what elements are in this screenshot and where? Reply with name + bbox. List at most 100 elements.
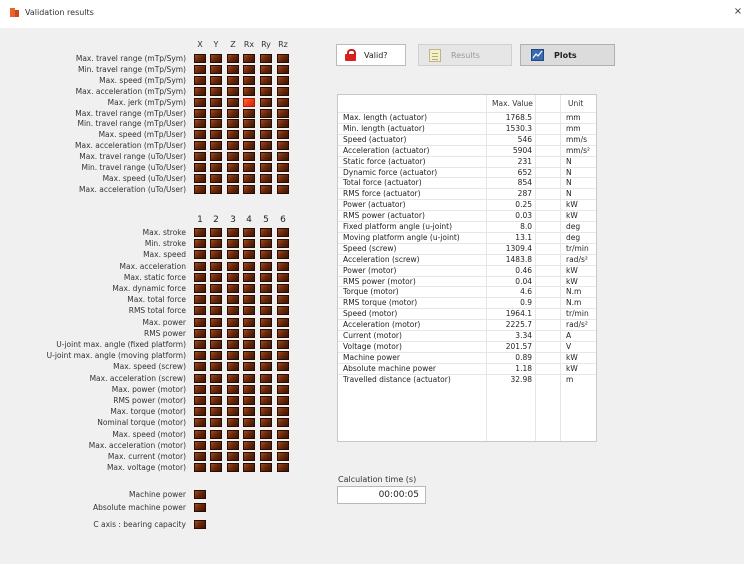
- status-cell: [194, 396, 206, 405]
- table-cell-value: 4.6: [520, 287, 532, 297]
- status-cell: [243, 141, 255, 151]
- status-cell: [260, 440, 272, 450]
- table-cell-name: RMS torque (motor): [343, 298, 418, 308]
- grid-row-label: RMS power (motor): [113, 396, 186, 405]
- table-cell-value: 0.25: [515, 200, 532, 210]
- grid-row-label: U-joint max. angle (moving platform): [46, 351, 186, 361]
- status-cell: [277, 250, 289, 260]
- status-cell: [260, 130, 272, 140]
- status-cell: [260, 75, 272, 85]
- status-cell: [227, 108, 239, 118]
- table-row: Machine power 0.89 kW: [338, 351, 596, 363]
- status-cell: [210, 75, 222, 85]
- axis-header-y: Y: [213, 40, 219, 49]
- table-row: Max. length (actuator) 1768.5 mm: [338, 112, 596, 123]
- grid-row-label: Max. acceleration (uTo/User): [79, 184, 186, 194]
- axis-header-x: X: [197, 40, 203, 49]
- status-cell: [227, 75, 239, 85]
- status-cell: [227, 362, 239, 372]
- status-cell: [194, 490, 206, 499]
- table-cell-name: Speed (actuator): [343, 134, 407, 144]
- table-row: Travelled distance (actuator) 32.98 m: [338, 373, 596, 385]
- status-cell: [210, 429, 222, 439]
- grid-row-label: Max. jerk (mTp/Sym): [107, 97, 186, 107]
- status-cell: [243, 328, 255, 338]
- c-axis-label: C axis : bearing capacity: [93, 520, 186, 529]
- status-cell: [277, 384, 289, 394]
- table-cell-name: Voltage (motor): [343, 341, 402, 351]
- status-cell: [227, 284, 239, 293]
- window-title: Validation results: [25, 8, 94, 17]
- status-cell: [194, 75, 206, 85]
- table-row: Speed (motor) 1964.1 tr/min: [338, 308, 596, 319]
- status-cell: [227, 317, 239, 327]
- status-cell: [194, 362, 206, 372]
- status-cell: [210, 440, 222, 450]
- grid-row-label: Max. travel range (uTo/User): [79, 152, 186, 162]
- status-cell: [210, 373, 222, 383]
- status-cell: [227, 54, 239, 63]
- calc-time-label: Calculation time (s): [338, 475, 417, 484]
- table-cell-unit: kW: [566, 200, 578, 210]
- status-cell: [260, 452, 272, 461]
- grid-row-label: Max. speed (motor): [112, 429, 186, 439]
- status-cell: [210, 130, 222, 140]
- table-row: Acceleration (screw) 1483.8 rad/s²: [338, 253, 596, 265]
- status-cell: [227, 295, 239, 305]
- actuator-header-5: 5: [263, 215, 269, 225]
- table-cell-value: 201.57: [505, 341, 532, 351]
- status-cell: [243, 429, 255, 439]
- status-cell: [277, 362, 289, 372]
- status-cell: [277, 295, 289, 305]
- status-cell: [277, 272, 289, 282]
- status-cell: [260, 373, 272, 383]
- status-cell: [260, 295, 272, 305]
- table-cell-unit: kW: [566, 352, 578, 362]
- grid-row-label: Max. acceleration (mTp/Sym): [75, 86, 186, 96]
- actuator-header-2: 2: [213, 215, 219, 225]
- valid-button[interactable]: Valid?: [336, 44, 406, 66]
- table-row: Acceleration (motor) 2225.7 rad/s²: [338, 319, 596, 330]
- table-cell-value: 13.1: [515, 232, 532, 242]
- table-row: Power (actuator) 0.25 kW: [338, 199, 596, 210]
- grid-row-label: Max. acceleration (mTp/User): [75, 141, 186, 151]
- status-cell: [260, 108, 272, 118]
- status-cell: [243, 407, 255, 417]
- status-cell: [260, 306, 272, 316]
- status-cell: [194, 520, 206, 529]
- table-cell-name: Dynamic force (actuator): [343, 167, 438, 177]
- table-cell-unit: rad/s²: [566, 254, 588, 264]
- status-cell: [227, 163, 239, 172]
- status-cell: [194, 119, 206, 129]
- app-icon: [10, 8, 19, 17]
- close-icon[interactable]: ×: [733, 6, 743, 18]
- table-row: Current (motor) 3.34 A: [338, 330, 596, 341]
- status-cell: [210, 463, 222, 473]
- status-cell: [210, 86, 222, 96]
- grid-row-label: RMS total force: [128, 306, 186, 316]
- table-cell-unit: N: [566, 156, 572, 166]
- status-cell: [277, 173, 289, 183]
- grid-row-label: Min. travel range (mTp/User): [77, 119, 186, 129]
- status-cell: [210, 141, 222, 151]
- status-cell: [210, 239, 222, 249]
- table-row: Total force (actuator) 854 N: [338, 177, 596, 188]
- status-cell: [210, 328, 222, 338]
- table-cell-name: RMS power (actuator): [343, 211, 425, 221]
- status-cell: [260, 64, 272, 74]
- table-cell-name: RMS power (motor): [343, 276, 416, 286]
- status-cell: [277, 317, 289, 327]
- status-cell: [277, 407, 289, 417]
- grid-row-label: Max. total force: [127, 295, 186, 305]
- status-cell: [260, 284, 272, 293]
- table-cell-value: 854: [517, 178, 532, 188]
- status-cell: [260, 86, 272, 96]
- table-cell-name: Moving platform angle (u-joint): [343, 232, 460, 242]
- status-cell: [277, 86, 289, 96]
- table-cell-value: 0.03: [515, 211, 532, 221]
- status-cell: [227, 173, 239, 183]
- plots-button[interactable]: Plots: [520, 44, 615, 66]
- results-button[interactable]: Results: [418, 44, 512, 66]
- status-cell: [243, 463, 255, 473]
- status-cell: [227, 97, 239, 107]
